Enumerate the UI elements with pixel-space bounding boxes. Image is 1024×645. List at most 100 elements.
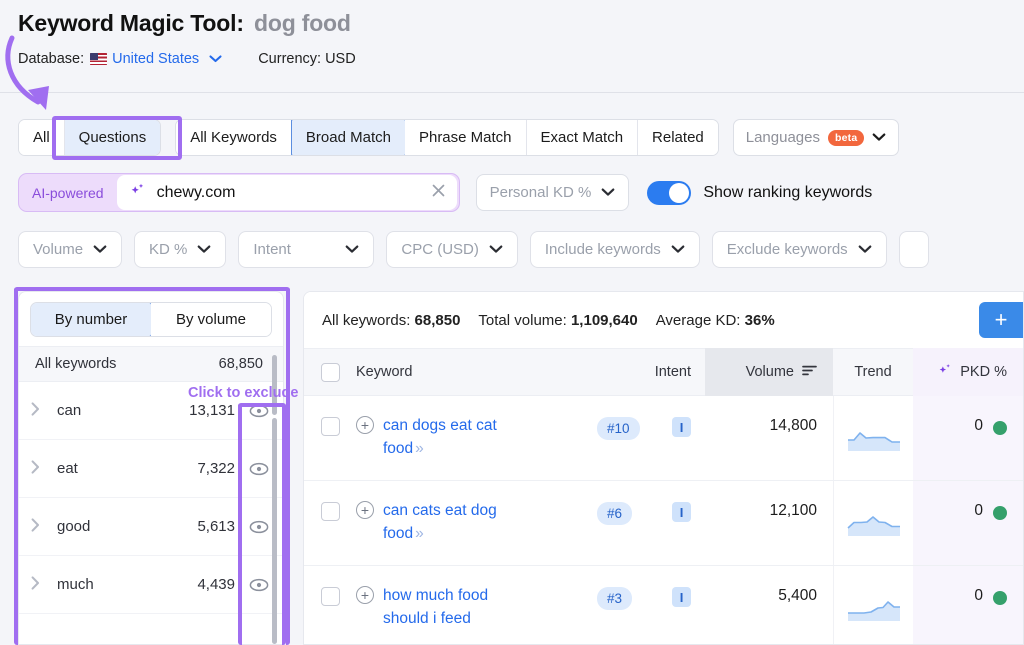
row-checkbox[interactable] bbox=[321, 587, 340, 606]
filter-more[interactable] bbox=[899, 231, 929, 268]
tab-phrase-match[interactable]: Phrase Match bbox=[405, 120, 527, 155]
group-count: 5,613 bbox=[173, 518, 235, 535]
filter-intent-label: Intent bbox=[253, 241, 291, 258]
summary-average-kd-value: 36% bbox=[745, 312, 775, 329]
row-keyword-chevrons: » bbox=[415, 440, 424, 457]
sort-by-volume[interactable]: By volume bbox=[151, 303, 271, 336]
row-rank-cell: #10 bbox=[597, 396, 657, 480]
chevron-down-icon bbox=[345, 245, 359, 254]
group-label: good bbox=[57, 518, 173, 535]
status-badge bbox=[993, 506, 1007, 520]
row-checkbox-cell bbox=[304, 481, 356, 565]
row-checkbox[interactable] bbox=[321, 417, 340, 436]
table-header-row: Keyword Intent Volume Trend PKD % bbox=[304, 348, 1023, 396]
row-checkbox[interactable] bbox=[321, 502, 340, 521]
group-count: 7,322 bbox=[173, 460, 235, 477]
column-header-trend[interactable]: Trend bbox=[833, 364, 913, 380]
select-all-checkbox[interactable] bbox=[321, 363, 340, 382]
filter-exclude-keywords[interactable]: Exclude keywords bbox=[712, 231, 887, 268]
summary-average-kd-label: Average KD: bbox=[656, 312, 741, 329]
table-row[interactable]: + can cats eat dog food» #6 I 12,100 0 bbox=[304, 481, 1023, 566]
row-keyword-link[interactable]: can cats eat dog food» bbox=[383, 499, 508, 545]
row-trend-cell bbox=[833, 481, 913, 565]
plus-circle-icon[interactable]: + bbox=[356, 501, 374, 519]
sort-icon[interactable] bbox=[802, 364, 817, 380]
domain-input[interactable]: chewy.com bbox=[157, 184, 420, 202]
row-keyword-link[interactable]: how much food should i feed bbox=[383, 584, 521, 630]
filter-exclude-keywords-label: Exclude keywords bbox=[727, 241, 848, 258]
show-ranking-keywords-toggle[interactable] bbox=[647, 181, 691, 205]
filter-volume[interactable]: Volume bbox=[18, 231, 122, 268]
column-header-volume[interactable]: Volume bbox=[705, 348, 833, 396]
list-item[interactable]: eat 7,322 bbox=[19, 440, 283, 498]
trend-sparkline bbox=[847, 509, 901, 537]
table-row[interactable]: + can dogs eat cat food» #10 I 14,800 0 bbox=[304, 396, 1023, 481]
row-rank-cell: #6 bbox=[597, 481, 657, 565]
tab-all[interactable]: All bbox=[19, 120, 65, 155]
tab-exact-match[interactable]: Exact Match bbox=[527, 120, 639, 155]
row-keyword-cell: + how much food should i feed bbox=[356, 566, 597, 645]
row-volume: 12,100 bbox=[705, 481, 833, 565]
select-all-checkbox-cell bbox=[304, 363, 356, 382]
add-keyword-button[interactable]: + bbox=[979, 302, 1023, 338]
group-count: 13,131 bbox=[173, 402, 235, 419]
header-meta-row: Database: United States Currency: USD bbox=[18, 51, 1024, 67]
plus-circle-icon[interactable]: + bbox=[356, 416, 374, 434]
tab-related[interactable]: Related bbox=[638, 120, 718, 155]
filter-kd[interactable]: KD % bbox=[134, 231, 226, 268]
filter-volume-label: Volume bbox=[33, 241, 83, 258]
table-row[interactable]: + how much food should i feed #3 I 5,400… bbox=[304, 566, 1023, 645]
personal-kd-selector[interactable]: Personal KD % bbox=[476, 174, 630, 211]
left-panel-scrollbar-track[interactable] bbox=[272, 418, 277, 644]
tab-all-keywords[interactable]: All Keywords bbox=[176, 120, 292, 155]
row-keyword-link[interactable]: can dogs eat cat food» bbox=[383, 414, 508, 460]
beta-badge: beta bbox=[828, 130, 864, 146]
trend-sparkline bbox=[847, 594, 901, 622]
column-header-pkd[interactable]: PKD % bbox=[913, 348, 1023, 396]
close-icon[interactable] bbox=[430, 182, 447, 204]
list-item[interactable]: much 4,439 bbox=[19, 556, 283, 614]
database-selector[interactable]: United States bbox=[112, 51, 222, 67]
column-header-keyword[interactable]: Keyword bbox=[356, 364, 597, 380]
row-pkd-cell: 0 bbox=[913, 481, 1023, 565]
summary-total-volume-value: 1,109,640 bbox=[571, 312, 638, 329]
group-all-keywords[interactable]: All keywords 68,850 bbox=[19, 346, 283, 382]
filter-cpc[interactable]: CPC (USD) bbox=[386, 231, 518, 268]
filter-include-keywords[interactable]: Include keywords bbox=[530, 231, 700, 268]
tab-group-scope: All Questions bbox=[18, 119, 161, 156]
database-value: United States bbox=[112, 51, 199, 67]
filter-intent[interactable]: Intent bbox=[238, 231, 374, 268]
chevron-down-icon bbox=[872, 133, 886, 142]
rank-badge[interactable]: #10 bbox=[597, 417, 640, 440]
row-pkd-value: 0 bbox=[974, 502, 983, 520]
sort-by-number[interactable]: By number bbox=[30, 302, 152, 337]
languages-selector[interactable]: Languages beta bbox=[733, 119, 900, 156]
intent-badge[interactable]: I bbox=[672, 587, 691, 607]
summary-total-volume-label: Total volume: bbox=[478, 312, 566, 329]
domain-input-wrapper[interactable]: chewy.com bbox=[117, 175, 457, 210]
chevron-right-icon[interactable] bbox=[31, 518, 57, 536]
intent-badge[interactable]: I bbox=[672, 502, 691, 522]
rank-badge[interactable]: #3 bbox=[597, 587, 632, 610]
row-trend-cell bbox=[833, 396, 913, 480]
row-keyword-text: can dogs eat cat food bbox=[383, 417, 497, 457]
group-label: can bbox=[57, 402, 173, 419]
plus-circle-icon[interactable]: + bbox=[356, 586, 374, 604]
us-flag-icon bbox=[90, 53, 107, 65]
chevron-right-icon[interactable] bbox=[31, 460, 57, 478]
rank-badge[interactable]: #6 bbox=[597, 502, 632, 525]
list-item[interactable]: good 5,613 bbox=[19, 498, 283, 556]
chevron-right-icon[interactable] bbox=[31, 402, 57, 420]
annotation-click-to-exclude: Click to exclude bbox=[188, 385, 298, 401]
chevron-down-icon bbox=[601, 188, 615, 197]
chevron-right-icon[interactable] bbox=[31, 576, 57, 594]
row-pkd-value: 0 bbox=[974, 587, 983, 605]
tab-group-match: All Keywords Broad Match Phrase Match Ex… bbox=[175, 119, 719, 156]
personal-kd-label: Personal KD % bbox=[490, 184, 592, 201]
tab-questions[interactable]: Questions bbox=[65, 120, 161, 155]
column-header-intent[interactable]: Intent bbox=[597, 364, 705, 380]
column-header-pkd-label: PKD % bbox=[960, 364, 1007, 380]
tab-broad-match[interactable]: Broad Match bbox=[291, 119, 406, 156]
intent-badge[interactable]: I bbox=[672, 417, 691, 437]
chevron-down-icon bbox=[858, 245, 872, 254]
